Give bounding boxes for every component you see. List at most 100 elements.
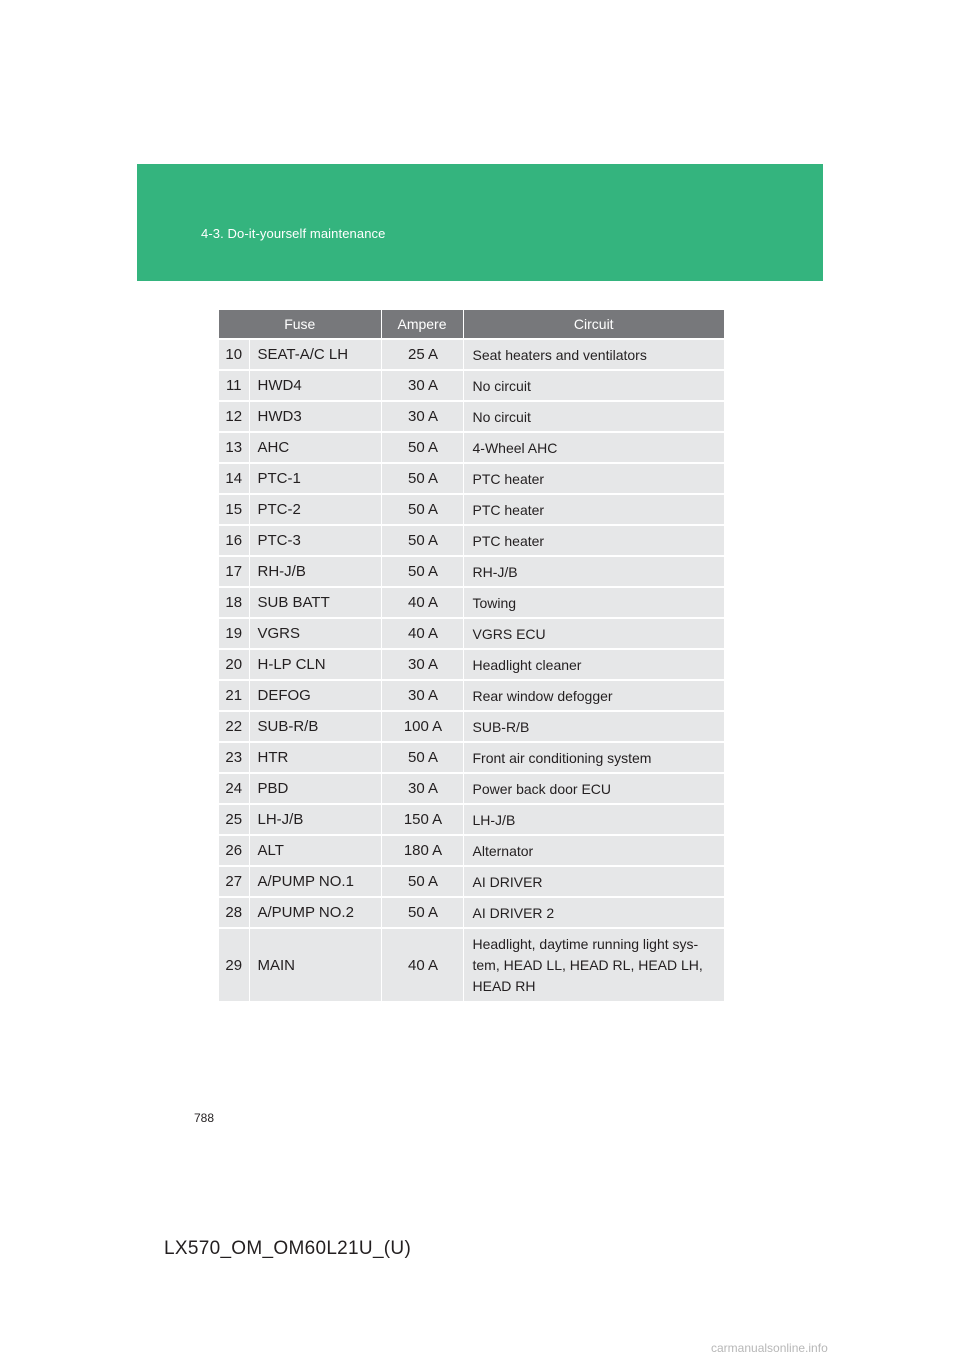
table-row: 29 MAIN 40 A Headlight, daytime running … — [219, 927, 724, 1001]
table-row: 14 PTC-1 50 A PTC heater — [219, 462, 724, 494]
fuse-name: PBD — [249, 772, 382, 804]
fuse-ampere: 50 A — [381, 741, 464, 773]
fuse-number: 10 — [219, 338, 250, 370]
fuse-circuit: Power back door ECU — [463, 772, 724, 804]
fuse-number: 25 — [219, 803, 250, 835]
column-header-ampere: Ampere — [381, 310, 464, 339]
section-title: 4-3. Do-it-yourself maintenance — [201, 226, 386, 241]
fuse-number: 29 — [219, 927, 250, 1001]
fuse-number: 23 — [219, 741, 250, 773]
fuse-ampere: 50 A — [381, 896, 464, 928]
column-header-fuse: Fuse — [219, 310, 382, 339]
fuse-circuit: Seat heaters and ventilators — [463, 338, 724, 370]
fuse-ampere: 50 A — [381, 431, 464, 463]
fuse-circuit: No circuit — [463, 369, 724, 401]
fuse-circuit: Front air conditioning system — [463, 741, 724, 773]
fuse-name: SUB BATT — [249, 586, 382, 618]
fuse-name: H-LP CLN — [249, 648, 382, 680]
fuse-number: 26 — [219, 834, 250, 866]
fuse-name: HTR — [249, 741, 382, 773]
fuse-ampere: 50 A — [381, 462, 464, 494]
table-row: 16 PTC-3 50 A PTC heater — [219, 524, 724, 556]
fuse-circuit: Towing — [463, 586, 724, 618]
fuse-name: ALT — [249, 834, 382, 866]
fuse-number: 19 — [219, 617, 250, 649]
table-row: 23 HTR 50 A Front air conditioning syste… — [219, 741, 724, 773]
fuse-number: 12 — [219, 400, 250, 432]
fuse-name: SUB-R/B — [249, 710, 382, 742]
fuse-number: 28 — [219, 896, 250, 928]
fuse-circuit: PTC heater — [463, 462, 724, 494]
fuse-circuit: Alternator — [463, 834, 724, 866]
watermark: carmanualsonline.info — [711, 1341, 828, 1355]
fuse-number: 20 — [219, 648, 250, 680]
table-row: 22 SUB-R/B 100 A SUB-R/B — [219, 710, 724, 742]
fuse-circuit: LH-J/B — [463, 803, 724, 835]
fuse-name: VGRS — [249, 617, 382, 649]
fuse-ampere: 40 A — [381, 617, 464, 649]
fuse-number: 13 — [219, 431, 250, 463]
fuse-name: LH-J/B — [249, 803, 382, 835]
table-row: 19 VGRS 40 A VGRS ECU — [219, 617, 724, 649]
fuse-name: SEAT-A/C LH — [249, 338, 382, 370]
fuse-circuit: Headlight, daytime running light sys-tem… — [463, 927, 724, 1001]
fuse-number: 27 — [219, 865, 250, 897]
fuse-circuit: 4-Wheel AHC — [463, 431, 724, 463]
fuse-number: 16 — [219, 524, 250, 556]
fuse-name: A/PUMP NO.2 — [249, 896, 382, 928]
fuse-number: 14 — [219, 462, 250, 494]
fuse-ampere: 50 A — [381, 493, 464, 525]
fuse-name: PTC-1 — [249, 462, 382, 494]
fuse-ampere: 180 A — [381, 834, 464, 866]
fuse-ampere: 30 A — [381, 369, 464, 401]
table-row: 12 HWD3 30 A No circuit — [219, 400, 724, 432]
fuse-number: 11 — [219, 369, 250, 401]
fuse-circuit: VGRS ECU — [463, 617, 724, 649]
fuse-name: MAIN — [249, 927, 382, 1001]
table-row: 18 SUB BATT 40 A Towing — [219, 586, 724, 618]
table-row: 11 HWD4 30 A No circuit — [219, 369, 724, 401]
fuse-number: 21 — [219, 679, 250, 711]
fuse-table-header: Fuse Ampere Circuit — [219, 310, 724, 339]
fuse-ampere: 50 A — [381, 524, 464, 556]
document-code: LX570_OM_OM60L21U_(U) — [164, 1238, 412, 1259]
fuse-name: RH-J/B — [249, 555, 382, 587]
table-row: 10 SEAT-A/C LH 25 A Seat heaters and ven… — [219, 338, 724, 370]
fuse-ampere: 150 A — [381, 803, 464, 835]
fuse-number: 17 — [219, 555, 250, 587]
fuse-ampere: 50 A — [381, 555, 464, 587]
fuse-ampere: 50 A — [381, 865, 464, 897]
fuse-ampere: 40 A — [381, 586, 464, 618]
table-row: 17 RH-J/B 50 A RH-J/B — [219, 555, 724, 587]
fuse-number: 15 — [219, 493, 250, 525]
fuse-circuit: SUB-R/B — [463, 710, 724, 742]
fuse-name: DEFOG — [249, 679, 382, 711]
fuse-name: PTC-2 — [249, 493, 382, 525]
fuse-ampere: 30 A — [381, 679, 464, 711]
fuse-ampere: 25 A — [381, 338, 464, 370]
fuse-number: 24 — [219, 772, 250, 804]
fuse-ampere: 30 A — [381, 648, 464, 680]
fuse-circuit: PTC heater — [463, 524, 724, 556]
fuse-ampere: 30 A — [381, 400, 464, 432]
fuse-circuit: RH-J/B — [463, 555, 724, 587]
fuse-name: AHC — [249, 431, 382, 463]
fuse-circuit: No circuit — [463, 400, 724, 432]
fuse-number: 22 — [219, 710, 250, 742]
fuse-ampere: 100 A — [381, 710, 464, 742]
table-row: 25 LH-J/B 150 A LH-J/B — [219, 803, 724, 835]
fuse-circuit: AI DRIVER 2 — [463, 896, 724, 928]
fuse-ampere: 40 A — [381, 927, 464, 1001]
page-number: 788 — [194, 1111, 215, 1125]
table-row: 15 PTC-2 50 A PTC heater — [219, 493, 724, 525]
column-header-circuit: Circuit — [463, 310, 724, 339]
fuse-circuit: Headlight cleaner — [463, 648, 724, 680]
table-row: 26 ALT 180 A Alternator — [219, 834, 724, 866]
fuse-table: Fuse Ampere Circuit 10 SEAT-A/C LH 25 A … — [219, 310, 724, 1001]
table-row: 20 H-LP CLN 30 A Headlight cleaner — [219, 648, 724, 680]
table-row: 13 AHC 50 A 4-Wheel AHC — [219, 431, 724, 463]
fuse-ampere: 30 A — [381, 772, 464, 804]
table-row: 28 A/PUMP NO.2 50 A AI DRIVER 2 — [219, 896, 724, 928]
fuse-name: HWD4 — [249, 369, 382, 401]
table-row: 21 DEFOG 30 A Rear window defogger — [219, 679, 724, 711]
